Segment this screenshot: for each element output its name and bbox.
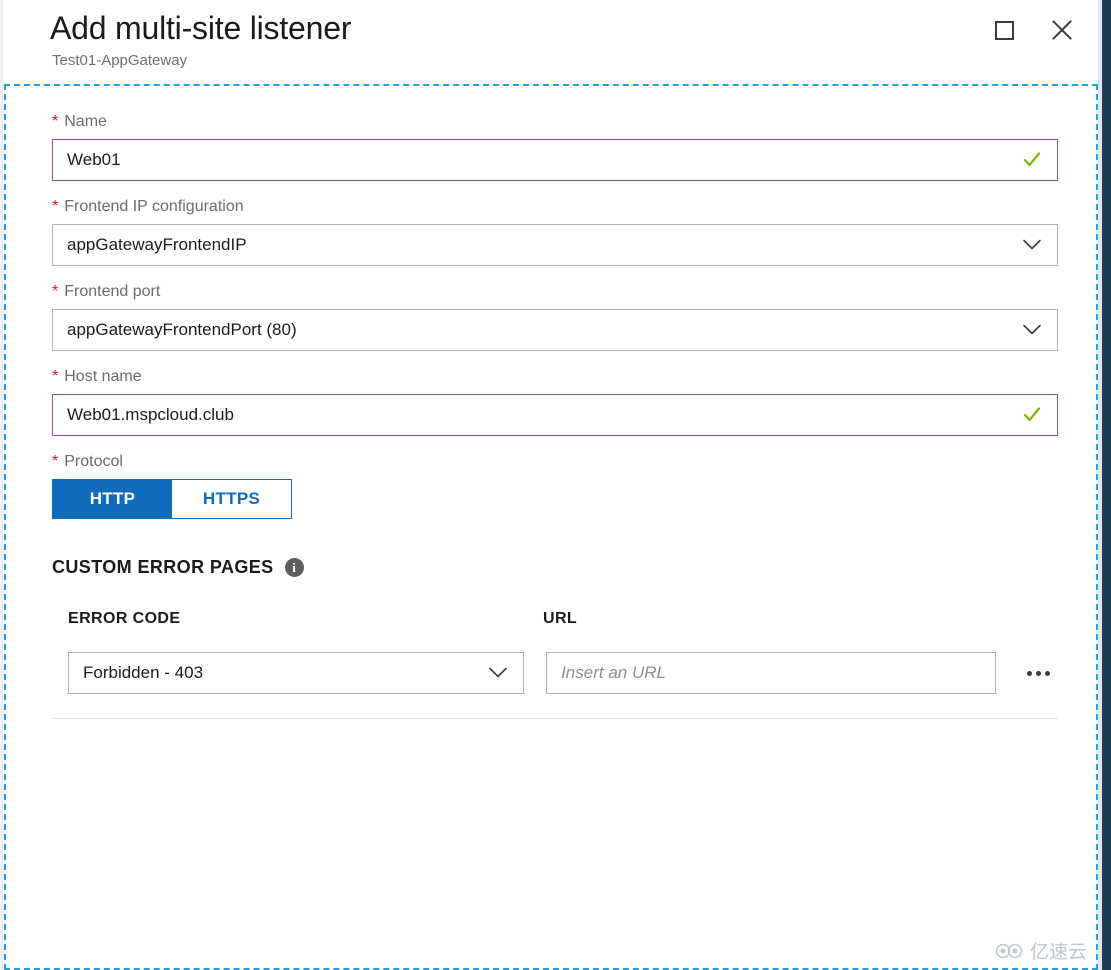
- required-indicator: *: [52, 368, 59, 385]
- error-url-input[interactable]: [546, 652, 997, 694]
- info-icon[interactable]: i: [284, 558, 304, 577]
- close-button[interactable]: [1042, 10, 1082, 50]
- chevron-down-icon: [489, 667, 507, 678]
- maximize-button[interactable]: [984, 10, 1024, 50]
- required-indicator: *: [52, 198, 59, 215]
- field-name: * Name: [52, 112, 1058, 181]
- header-actions: [984, 10, 1082, 50]
- custom-error-pages-title: CUSTOM ERROR PAGES: [52, 557, 274, 577]
- column-header-error-code: ERROR CODE: [68, 610, 181, 627]
- protocol-option-https[interactable]: HTTPS: [172, 480, 291, 518]
- field-frontend-port: * Frontend port appGatewayFrontendPort (…: [52, 282, 1058, 351]
- host-name-input-wrap: [52, 394, 1058, 436]
- table-row: Forbidden - 403: [52, 652, 1058, 719]
- required-indicator: *: [52, 453, 59, 470]
- ellipsis-dot: [1026, 670, 1032, 676]
- page-subtitle: Test01-AppGateway: [52, 52, 188, 69]
- ellipsis-dot: [1044, 670, 1050, 676]
- column-header-url: URL: [543, 610, 578, 627]
- protocol-toggle-group: HTTP HTTPS: [52, 479, 292, 519]
- blade-panel: Add multi-site listener Test01-AppGatewa…: [0, 0, 1111, 970]
- error-code-selected-value: Forbidden - 403: [83, 663, 204, 682]
- frontend-port-select[interactable]: appGatewayFrontendPort (80): [52, 309, 1058, 351]
- field-protocol: * Protocol HTTP HTTPS: [52, 452, 1052, 519]
- field-frontend-port-label-text: Frontend port: [64, 283, 161, 300]
- ellipsis-dot: [1035, 670, 1041, 676]
- form-content: * Name * Frontend IP configuration app: [6, 86, 1096, 968]
- field-host-name: * Host name: [52, 367, 1058, 436]
- row-more-options-button[interactable]: [1018, 653, 1058, 693]
- host-name-input[interactable]: [52, 394, 1058, 436]
- field-protocol-label-text: Protocol: [64, 453, 123, 470]
- form-focus-region: * Name * Frontend IP configuration app: [4, 84, 1098, 970]
- required-indicator: *: [52, 113, 59, 130]
- chevron-down-icon: [1023, 324, 1041, 335]
- protocol-option-http[interactable]: HTTP: [53, 480, 172, 518]
- chevron-down-icon: [1023, 239, 1041, 250]
- blade-right-edge: [1102, 0, 1111, 970]
- field-frontend-ip-label-text: Frontend IP configuration: [64, 198, 244, 215]
- close-icon: [1049, 17, 1075, 43]
- frontend-ip-selected-value: appGatewayFrontendIP: [67, 235, 247, 254]
- blade-left-edge: [0, 0, 3, 970]
- field-name-label-text: Name: [64, 113, 107, 130]
- page-title: Add multi-site listener: [50, 10, 352, 46]
- field-frontend-port-label: * Frontend port: [52, 282, 1052, 302]
- required-indicator: *: [52, 283, 59, 300]
- name-input[interactable]: [52, 139, 1058, 181]
- frontend-ip-select[interactable]: appGatewayFrontendIP: [52, 224, 1058, 266]
- field-protocol-label: * Protocol: [52, 452, 1052, 472]
- field-host-name-label: * Host name: [52, 367, 1052, 387]
- error-code-select[interactable]: Forbidden - 403: [68, 652, 525, 694]
- frontend-port-selected-value: appGatewayFrontendPort (80): [67, 320, 297, 339]
- blade-header: Add multi-site listener Test01-AppGatewa…: [4, 0, 1098, 84]
- custom-error-pages-table: ERROR CODE URL Forbidden - 403: [52, 610, 1058, 719]
- maximize-icon: [994, 20, 1014, 40]
- table-header-row: ERROR CODE URL: [68, 610, 1058, 628]
- field-host-name-label-text: Host name: [64, 368, 142, 385]
- field-frontend-ip: * Frontend IP configuration appGatewayFr…: [52, 197, 1058, 266]
- field-frontend-ip-label: * Frontend IP configuration: [52, 197, 1052, 217]
- field-name-label: * Name: [52, 112, 1052, 132]
- name-input-wrap: [52, 139, 1058, 181]
- custom-error-pages-section-header: CUSTOM ERROR PAGES i: [52, 557, 1052, 578]
